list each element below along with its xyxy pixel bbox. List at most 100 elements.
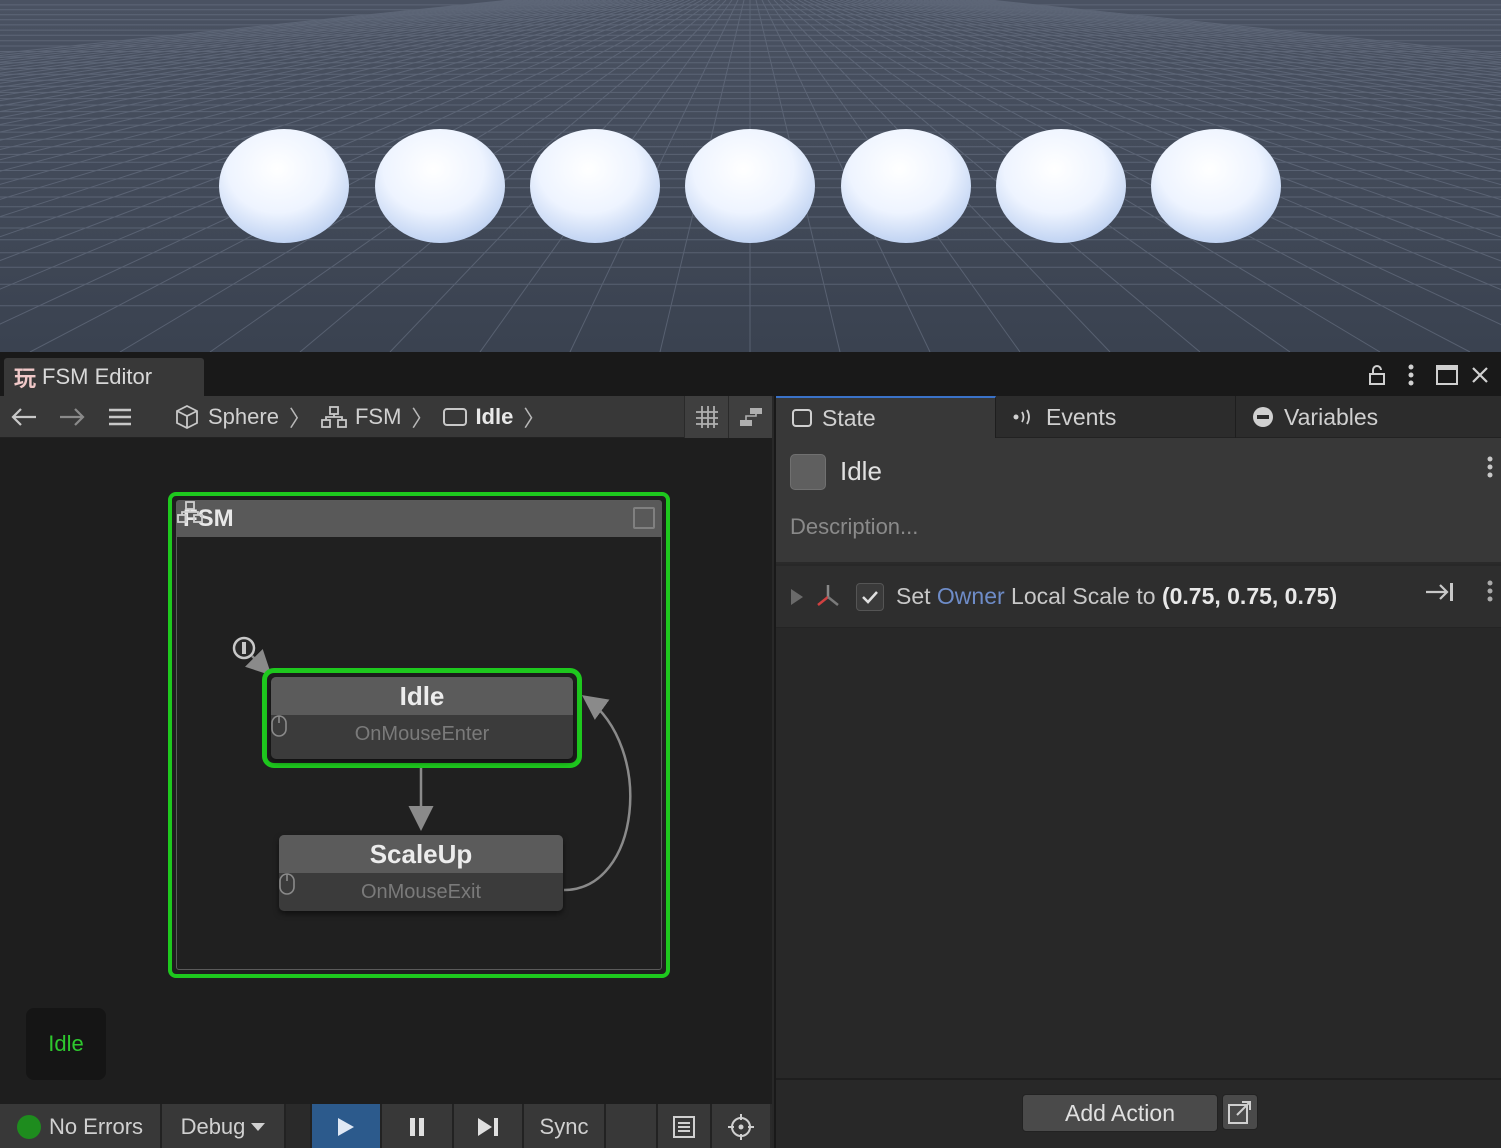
breadcrumb-idle[interactable]: Idle [433,396,523,438]
maximize-icon[interactable] [1432,360,1462,390]
close-icon[interactable] [1465,360,1495,390]
state-description-field[interactable]: Description... [790,514,918,540]
minus-circle-icon [1253,407,1273,427]
hierarchy-icon [321,405,347,428]
graph-canvas[interactable]: FSM Idle OnMouseEnter ScaleUp OnMouseExi… [0,438,772,1104]
tab-events[interactable]: Events [996,396,1236,438]
arrow-left-icon [11,407,36,426]
play-button[interactable] [312,1104,382,1148]
menu-button[interactable] [96,396,144,438]
focus-button[interactable] [712,1104,770,1148]
window-tab[interactable]: 玩 FSM Editor [4,358,204,396]
action-middle: Local Scale to [1004,583,1162,609]
state-icon [443,407,468,426]
breadcrumb-separator: 〉 [411,405,434,431]
popout-icon [1228,1101,1251,1124]
pause-icon [410,1118,424,1136]
breadcrumb-label: FSM [354,403,402,429]
square-icon [792,409,812,427]
state-node-idle[interactable]: Idle OnMouseEnter [271,677,573,759]
log-button[interactable] [658,1104,712,1148]
breadcrumb-label: Idle [475,403,514,429]
transition-arrows [232,636,632,892]
status-bar: No Errors Debug Sync [0,1104,772,1148]
breadcrumb-separator: 〉 [288,405,311,431]
debug-mode-label: Debug [180,1114,246,1139]
error-status[interactable]: No Errors [0,1104,162,1148]
breadcrumb-label: Sphere [208,403,279,429]
layout-button[interactable] [728,396,772,438]
sphere-object[interactable] [530,129,660,243]
fsm-editor-window: 玩 FSM Editor Sphere 〉 FSM 〉 Idle 〉 FSM I… [0,352,1501,1148]
state-name-field[interactable]: Idle [840,456,882,487]
state-header: Idle Description... [776,438,1501,564]
action-description: Set Owner Local Scale to (0.75, 0.75, 0.… [896,583,1337,610]
more-icon[interactable] [1396,360,1426,390]
sphere-object[interactable] [996,129,1126,243]
state-node-idle-selection: Idle OnMouseEnter [262,668,582,768]
breadcrumb-separator: 〉 [523,405,546,431]
broadcast-icon [1013,409,1030,425]
transform-axes-icon [817,584,839,606]
tab-state[interactable]: State [776,396,996,438]
inspector-panel: State Events Variables Idle Description.… [774,396,1501,1148]
add-action-popout-button[interactable] [1222,1094,1258,1130]
state-transition-row[interactable]: OnMouseEnter [271,715,573,753]
sphere-object[interactable] [1151,129,1281,243]
goto-icon[interactable] [1425,582,1455,608]
inspector-footer: Add Action [776,1078,1501,1148]
state-node-title: Idle [271,677,573,715]
arrow-right-icon [60,407,85,426]
debug-mode-dropdown[interactable]: Debug [162,1104,286,1148]
pause-button[interactable] [382,1104,454,1148]
action-menu-icon[interactable] [1487,580,1493,609]
sync-label: Sync [539,1114,589,1139]
scene-viewport[interactable] [0,0,1501,352]
grid-toggle-button[interactable] [684,396,728,438]
tab-label: Events [1046,403,1117,430]
mouse-icon [271,715,287,737]
status-dot-icon [16,1115,41,1139]
tab-variables[interactable]: Variables [1236,396,1501,438]
action-target[interactable]: Owner [937,583,1005,609]
transition-event-label: OnMouseEnter [354,722,490,745]
inspector-tabs: State Events Variables [776,396,1501,438]
state-transition-row[interactable]: OnMouseExit [279,873,563,911]
state-color-swatch[interactable] [790,454,826,490]
forward-button[interactable] [48,396,96,438]
action-item[interactable]: Set Owner Local Scale to (0.75, 0.75, 0.… [776,566,1501,628]
sphere-object[interactable] [219,129,349,243]
sphere-object[interactable] [841,129,971,243]
play-icon [338,1118,354,1136]
tab-label: State [822,404,876,431]
breadcrumb-fsm[interactable]: FSM [311,396,411,438]
state-menu-icon[interactable] [1487,454,1493,485]
state-node-scaleup[interactable]: ScaleUp OnMouseExit [279,835,563,911]
action-enabled-checkbox[interactable] [856,582,884,611]
sphere-object[interactable] [375,129,505,243]
action-value[interactable]: (0.75, 0.75, 0.75) [1162,583,1337,609]
breadcrumb-sphere[interactable]: Sphere [164,396,289,438]
app-icon: 玩 [14,366,37,391]
grid-icon [695,406,718,428]
cube-icon [176,404,198,429]
add-action-button[interactable]: Add Action [1022,1094,1218,1132]
expand-arrow-icon[interactable] [790,588,804,606]
sphere-object[interactable] [685,129,815,243]
log-icon [673,1116,695,1138]
back-button[interactable] [0,396,48,438]
window-title: FSM Editor [42,364,153,389]
state-node-title: ScaleUp [279,835,563,873]
crosshair-icon [728,1114,754,1140]
step-icon [478,1118,498,1136]
error-status-label: No Errors [48,1114,144,1139]
tab-label: Variables [1284,403,1379,430]
title-bar: 玩 FSM Editor [0,354,1501,396]
sync-button[interactable]: Sync [524,1104,606,1148]
lock-icon[interactable] [1362,360,1392,390]
action-prefix: Set [896,583,937,609]
step-button[interactable] [454,1104,524,1148]
transition-event-label: OnMouseExit [360,880,482,903]
chevron-down-icon [251,1123,266,1131]
mouse-icon [279,873,295,895]
